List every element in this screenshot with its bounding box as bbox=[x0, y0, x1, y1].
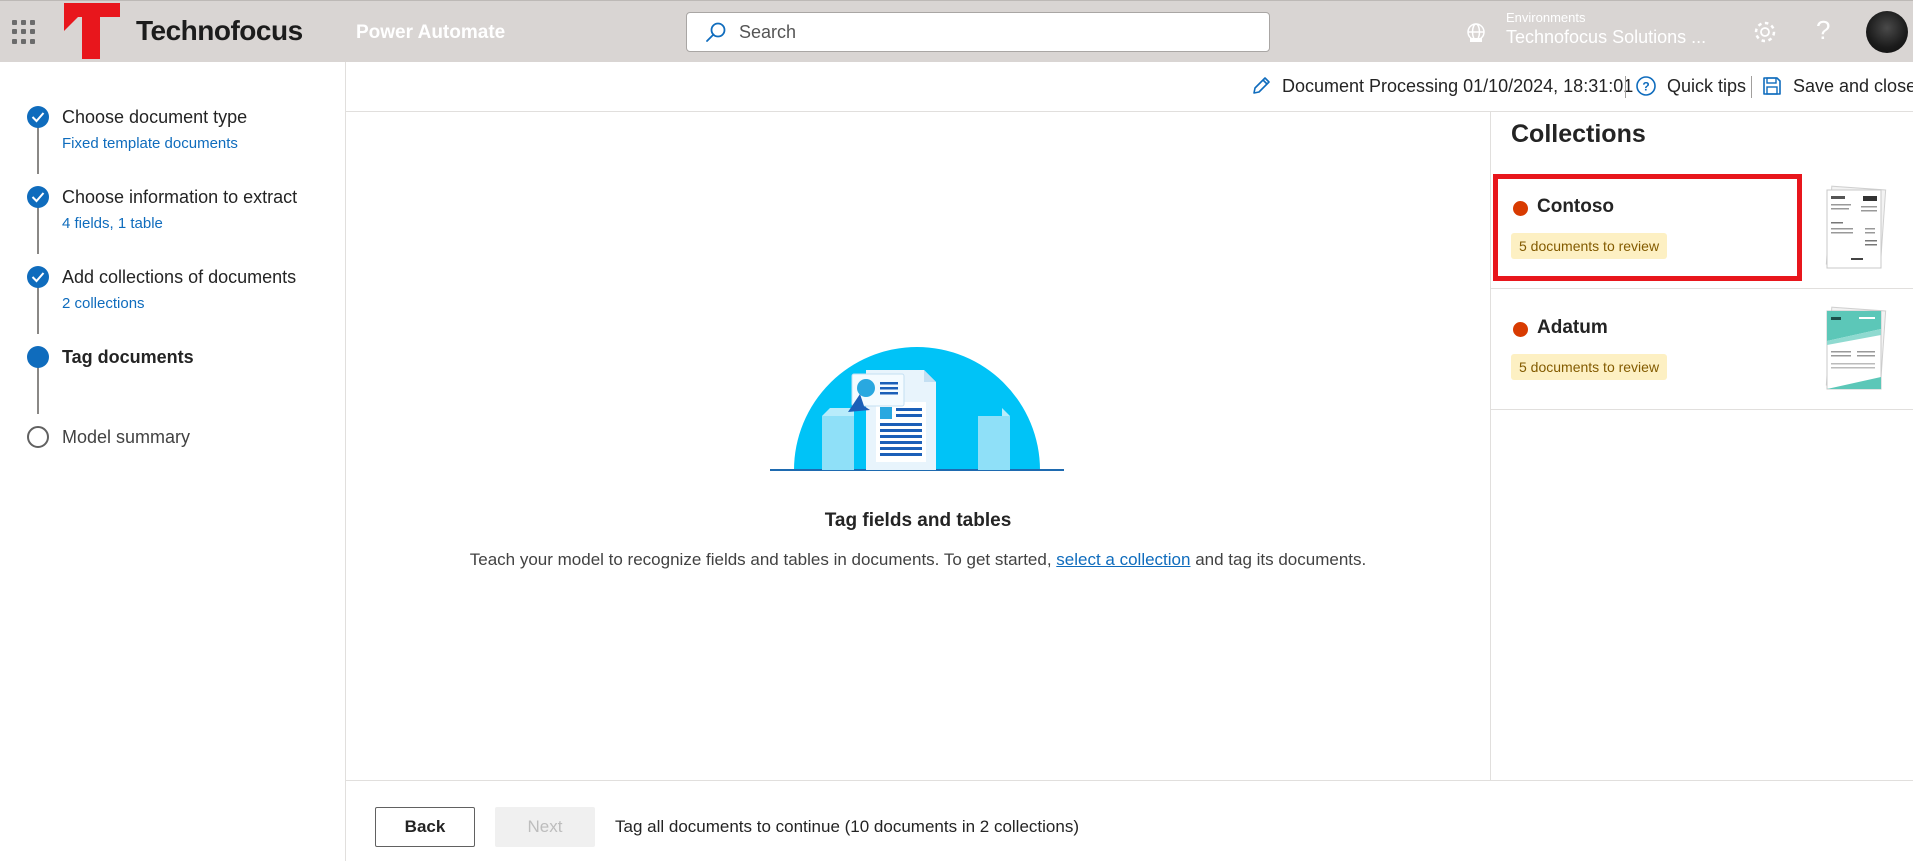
pending-step-indicator bbox=[27, 426, 49, 448]
collection-name: Adatum bbox=[1537, 317, 1608, 338]
back-button[interactable]: Back bbox=[375, 807, 475, 847]
step-title: Model summary bbox=[62, 427, 191, 447]
divider bbox=[1625, 76, 1626, 98]
status-dot bbox=[1513, 201, 1528, 216]
next-button[interactable]: Next bbox=[495, 807, 595, 847]
step-subtitle[interactable]: 4 fields, 1 table bbox=[62, 215, 163, 232]
footer-bar: Back Next Tag all documents to continue … bbox=[346, 780, 1913, 861]
save-icon bbox=[1763, 77, 1781, 95]
collection-name: Contoso bbox=[1537, 196, 1615, 217]
search-icon bbox=[706, 22, 726, 42]
search-input[interactable] bbox=[739, 21, 1239, 43]
brand-name: Technofocus bbox=[136, 15, 303, 46]
step-connector bbox=[37, 362, 39, 414]
environment-name[interactable]: Technofocus Solutions ... bbox=[1506, 27, 1706, 48]
main-content: Tag fields and tables Teach your model t… bbox=[346, 112, 1490, 780]
step-connector bbox=[37, 202, 39, 254]
step-connector bbox=[37, 282, 39, 334]
collection-item-adatum[interactable]: Adatum 5 documents to review bbox=[1491, 289, 1913, 410]
empty-state-text-part: and tag its documents. bbox=[1190, 550, 1367, 569]
collections-title: Collections bbox=[1511, 120, 1646, 148]
document-thumbnail bbox=[1825, 306, 1887, 390]
environment-icon[interactable] bbox=[1464, 20, 1488, 44]
collections-panel: Collections Contoso 5 documents to revie… bbox=[1490, 112, 1913, 780]
model-name-button[interactable]: Document Processing 01/10/2024, 18:31:01 bbox=[1250, 75, 1633, 97]
checkmark-icon bbox=[27, 186, 49, 208]
svg-text:?: ? bbox=[1642, 80, 1649, 94]
avatar[interactable] bbox=[1866, 11, 1908, 53]
environment-label: Environments bbox=[1506, 10, 1586, 25]
top-bar: Technofocus Power Automate Environments … bbox=[0, 0, 1913, 62]
command-bar: Document Processing 01/10/2024, 18:31:01… bbox=[346, 62, 1913, 112]
help-icon[interactable]: ? bbox=[1816, 15, 1830, 46]
save-and-close-label: Save and close bbox=[1793, 75, 1913, 96]
save-and-close-button[interactable]: Save and close bbox=[1761, 75, 1913, 97]
checkmark-icon bbox=[27, 266, 49, 288]
step-title: Tag documents bbox=[62, 347, 194, 367]
product-name[interactable]: Power Automate bbox=[356, 22, 505, 44]
divider bbox=[1751, 76, 1752, 98]
quick-tips-button[interactable]: ? Quick tips bbox=[1635, 75, 1746, 97]
search-box[interactable] bbox=[686, 12, 1270, 52]
checkmark-icon bbox=[27, 106, 49, 128]
empty-state-title: Tag fields and tables bbox=[824, 510, 1012, 531]
empty-state-text: Teach your model to recognize fields and… bbox=[346, 550, 1490, 570]
select-collection-link[interactable]: select a collection bbox=[1056, 550, 1190, 569]
footer-status-text: Tag all documents to continue (10 docume… bbox=[615, 817, 1079, 836]
quick-tips-icon: ? bbox=[1636, 76, 1656, 96]
waffle-icon[interactable] bbox=[12, 20, 36, 44]
gear-icon[interactable] bbox=[1752, 19, 1778, 45]
steps-panel: Choose document type Fixed template docu… bbox=[0, 62, 346, 861]
step-title: Choose information to extract bbox=[62, 187, 298, 207]
model-name: Document Processing 01/10/2024, 18:31:01 bbox=[1282, 75, 1634, 96]
step-subtitle[interactable]: Fixed template documents bbox=[62, 135, 238, 152]
status-dot bbox=[1513, 322, 1528, 337]
edit-icon bbox=[1253, 77, 1270, 94]
collection-item-contoso[interactable]: Contoso 5 documents to review bbox=[1491, 168, 1913, 289]
step-title: Choose document type bbox=[62, 107, 248, 127]
step-subtitle[interactable]: 2 collections bbox=[62, 295, 145, 312]
empty-state-text-part: Teach your model to recognize fields and… bbox=[469, 550, 1057, 569]
current-step-indicator bbox=[27, 346, 49, 368]
step-title: Add collections of documents bbox=[62, 267, 297, 287]
quick-tips-label: Quick tips bbox=[1667, 75, 1747, 96]
status-badge: 5 documents to review bbox=[1511, 354, 1668, 380]
brand-logo-icon bbox=[64, 3, 120, 59]
step-connector bbox=[37, 122, 39, 174]
status-badge: 5 documents to review bbox=[1511, 233, 1668, 259]
documents-illustration bbox=[770, 347, 1064, 471]
document-thumbnail bbox=[1825, 185, 1887, 269]
